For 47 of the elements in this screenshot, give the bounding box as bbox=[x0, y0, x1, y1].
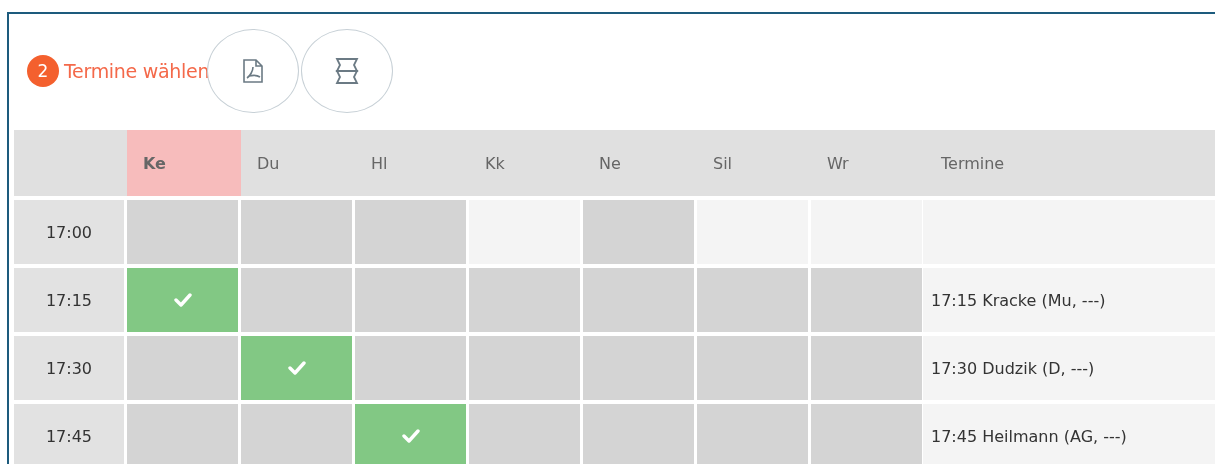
busy-slot[interactable] bbox=[241, 200, 352, 264]
step-number: 2 bbox=[27, 55, 59, 87]
busy-slot[interactable] bbox=[697, 268, 808, 332]
appointment-cell: 17:30 Dudzik (D, ---) bbox=[923, 336, 1215, 400]
busy-slot[interactable] bbox=[811, 268, 922, 332]
busy-slot[interactable] bbox=[811, 404, 922, 464]
busy-slot[interactable] bbox=[127, 336, 238, 400]
busy-slot[interactable] bbox=[811, 336, 922, 400]
busy-slot[interactable] bbox=[127, 200, 238, 264]
column-header[interactable]: Ne bbox=[583, 130, 697, 196]
busy-slot[interactable] bbox=[127, 404, 238, 464]
column-header[interactable]: Du bbox=[241, 130, 355, 196]
appointment-cell: 17:45 Heilmann (AG, ---) bbox=[923, 404, 1215, 464]
column-header[interactable]: Hl bbox=[355, 130, 469, 196]
pdf-icon bbox=[242, 58, 265, 84]
busy-slot[interactable] bbox=[241, 268, 352, 332]
time-cell: 17:00 bbox=[14, 200, 124, 264]
busy-slot[interactable] bbox=[241, 404, 352, 464]
busy-slot[interactable] bbox=[583, 336, 694, 400]
busy-slot[interactable] bbox=[583, 404, 694, 464]
time-cell: 17:15 bbox=[14, 268, 124, 332]
time-cell: 17:30 bbox=[14, 336, 124, 400]
column-header[interactable]: Kk bbox=[469, 130, 583, 196]
column-header[interactable]: Wr bbox=[811, 130, 925, 196]
step-title: Termine wählen bbox=[64, 60, 210, 82]
check-icon bbox=[173, 293, 192, 307]
booked-slot[interactable] bbox=[355, 404, 466, 464]
folded-sheet-icon bbox=[334, 57, 361, 85]
booked-slot[interactable] bbox=[241, 336, 352, 400]
busy-slot[interactable] bbox=[355, 336, 466, 400]
time-cell: 17:45 bbox=[14, 404, 124, 464]
busy-slot[interactable] bbox=[469, 336, 580, 400]
busy-slot[interactable] bbox=[469, 404, 580, 464]
appointment-cell: 17:15 Kracke (Mu, ---) bbox=[923, 268, 1215, 332]
busy-slot[interactable] bbox=[355, 268, 466, 332]
column-header: Termine bbox=[925, 130, 1215, 196]
busy-slot[interactable] bbox=[583, 268, 694, 332]
column-header[interactable]: Sil bbox=[697, 130, 811, 196]
busy-slot[interactable] bbox=[469, 268, 580, 332]
busy-slot[interactable] bbox=[583, 200, 694, 264]
booked-slot[interactable] bbox=[127, 268, 238, 332]
busy-slot[interactable] bbox=[355, 200, 466, 264]
busy-slot[interactable] bbox=[697, 404, 808, 464]
busy-slot[interactable] bbox=[697, 336, 808, 400]
check-icon bbox=[287, 361, 306, 375]
check-icon bbox=[401, 429, 420, 443]
column-header[interactable]: Ke bbox=[127, 130, 241, 196]
